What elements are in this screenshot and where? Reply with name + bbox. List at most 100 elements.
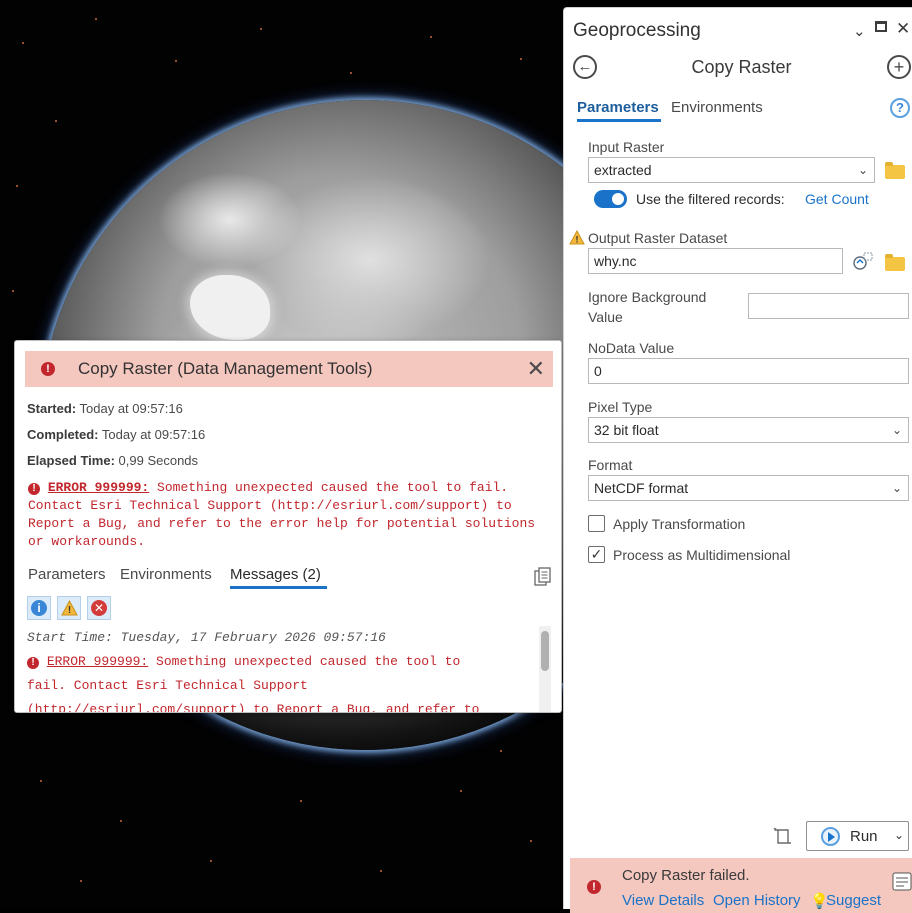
star — [40, 780, 42, 782]
star — [380, 870, 382, 872]
maximize-icon[interactable] — [875, 21, 887, 32]
star — [95, 18, 97, 20]
add-icon[interactable]: + — [887, 55, 911, 79]
apply-transformation-checkbox[interactable] — [588, 515, 605, 532]
messages-scrollbar[interactable] — [539, 626, 551, 712]
active-tab-indicator — [230, 586, 327, 589]
close-icon[interactable]: ✕ — [896, 19, 910, 39]
pixel-type-label: Pixel Type — [588, 399, 653, 415]
copy-icon[interactable] — [534, 567, 552, 587]
star — [460, 790, 462, 792]
details-icon[interactable] — [892, 872, 912, 894]
info-filter-button[interactable]: i — [27, 596, 51, 620]
active-tab-indicator — [577, 119, 661, 122]
globe-landmass — [190, 275, 270, 340]
format-value: NetCDF format — [594, 480, 689, 496]
star — [300, 800, 302, 802]
messages-list[interactable]: Start Time: Tuesday, 17 February 2026 09… — [27, 626, 539, 712]
error-message: ! ERROR 999999: Something unexpected cau… — [28, 479, 553, 551]
star — [12, 290, 14, 292]
catalog-browse-icon[interactable] — [852, 251, 874, 271]
help-icon[interactable]: ? — [890, 98, 910, 118]
message-error-line: fail. Contact Esri Technical Support — [27, 678, 308, 693]
run-button[interactable]: Run ⌄ — [806, 821, 909, 851]
apply-transformation-label: Apply Transformation — [613, 516, 746, 532]
star — [120, 820, 122, 822]
status-banner: ! Copy Raster failed. View Details Open … — [570, 858, 912, 913]
scrollbar-thumb[interactable] — [541, 631, 549, 671]
input-raster-value: extracted — [594, 162, 652, 178]
pane-options-chevron-icon[interactable]: ⌄ — [853, 22, 866, 40]
star — [22, 42, 24, 44]
view-details-link[interactable]: View Details — [622, 892, 704, 909]
tab-environments[interactable]: Environments — [671, 99, 763, 116]
batch-icon[interactable] — [772, 827, 794, 847]
completed-value: Today at 09:57:16 — [101, 427, 206, 442]
svg-text:!: ! — [576, 235, 579, 245]
tab-parameters[interactable]: Parameters — [577, 99, 659, 116]
output-raster-label: Output Raster Dataset — [588, 230, 728, 246]
warning-filter-button[interactable]: ! — [57, 596, 81, 620]
error-filter-button[interactable]: ✕ — [87, 596, 111, 620]
nodata-input[interactable]: 0 — [588, 358, 909, 384]
filtered-records-label: Use the filtered records: — [636, 191, 785, 207]
error-icon: ✕ — [91, 600, 107, 616]
tab-environments[interactable]: Environments — [120, 566, 212, 583]
run-label: Run — [850, 828, 878, 845]
completed-label: Completed: — [27, 427, 99, 442]
ignore-background-label: Ignore Background — [588, 289, 707, 305]
input-raster-select[interactable]: extracted ⌄ — [588, 157, 875, 183]
elapsed-row: Elapsed Time: 0,99 Seconds — [27, 453, 198, 468]
error-code-link[interactable]: ERROR 999999: — [48, 480, 149, 495]
multidimensional-checkbox[interactable]: ✓ — [588, 546, 605, 563]
elapsed-label: Elapsed Time: — [27, 453, 115, 468]
ignore-background-label-line2: Value — [588, 309, 623, 325]
suggest-link[interactable]: Suggest — [826, 892, 881, 909]
elapsed-value: 0,99 Seconds — [118, 453, 199, 468]
svg-text:!: ! — [68, 605, 71, 616]
star — [530, 840, 532, 842]
browse-folder-icon[interactable] — [885, 254, 905, 271]
format-select[interactable]: NetCDF format ⌄ — [588, 475, 909, 501]
error-icon: ! — [41, 362, 55, 376]
output-raster-input[interactable]: why.nc — [588, 248, 843, 274]
chevron-down-icon: ⌄ — [891, 481, 902, 495]
chevron-down-icon: ⌄ — [857, 163, 868, 177]
started-label: Started: — [27, 401, 77, 416]
nodata-label: NoData Value — [588, 340, 675, 356]
nodata-value: 0 — [594, 363, 602, 379]
star — [55, 120, 57, 122]
pixel-type-value: 32 bit float — [594, 422, 659, 438]
message-error-code[interactable]: ERROR 999999: — [47, 654, 148, 669]
star — [210, 860, 212, 862]
status-message: Copy Raster failed. — [622, 867, 750, 884]
pixel-type-select[interactable]: 32 bit float ⌄ — [588, 417, 909, 443]
input-raster-label: Input Raster — [588, 139, 665, 155]
chevron-down-icon[interactable]: ⌄ — [894, 828, 904, 842]
error-icon: ! — [27, 657, 39, 669]
multidimensional-label: Process as Multidimensional — [613, 547, 791, 563]
popup-title: Copy Raster (Data Management Tools) — [78, 359, 373, 378]
chevron-down-icon: ⌄ — [891, 423, 902, 437]
error-icon: ! — [28, 483, 40, 495]
started-value: Today at 09:57:16 — [79, 401, 183, 416]
star — [16, 185, 18, 187]
geoprocessing-pane: Geoprocessing ⌄ ✕ ← Copy Raster + Parame… — [563, 7, 912, 913]
open-history-link[interactable]: Open History — [713, 892, 801, 909]
tool-title: Copy Raster — [691, 57, 792, 77]
star — [500, 750, 502, 752]
filtered-records-toggle[interactable] — [594, 190, 627, 208]
message-error: ! ERROR 999999: Something unexpected cau… — [27, 650, 539, 712]
ignore-background-input[interactable] — [748, 293, 909, 319]
tab-messages[interactable]: Messages (2) — [230, 566, 321, 583]
browse-folder-icon[interactable] — [885, 162, 905, 179]
started-row: Started: Today at 09:57:16 — [27, 401, 183, 416]
tool-result-popup: ! Copy Raster (Data Management Tools) ✕ … — [14, 340, 562, 713]
tab-parameters[interactable]: Parameters — [28, 566, 106, 583]
star — [350, 72, 352, 74]
close-icon[interactable]: ✕ — [527, 356, 545, 382]
popup-header: ! Copy Raster (Data Management Tools) ✕ — [25, 351, 553, 387]
get-count-link[interactable]: Get Count — [805, 191, 869, 207]
pane-title: Geoprocessing — [573, 20, 701, 41]
completed-row: Completed: Today at 09:57:16 — [27, 427, 205, 442]
